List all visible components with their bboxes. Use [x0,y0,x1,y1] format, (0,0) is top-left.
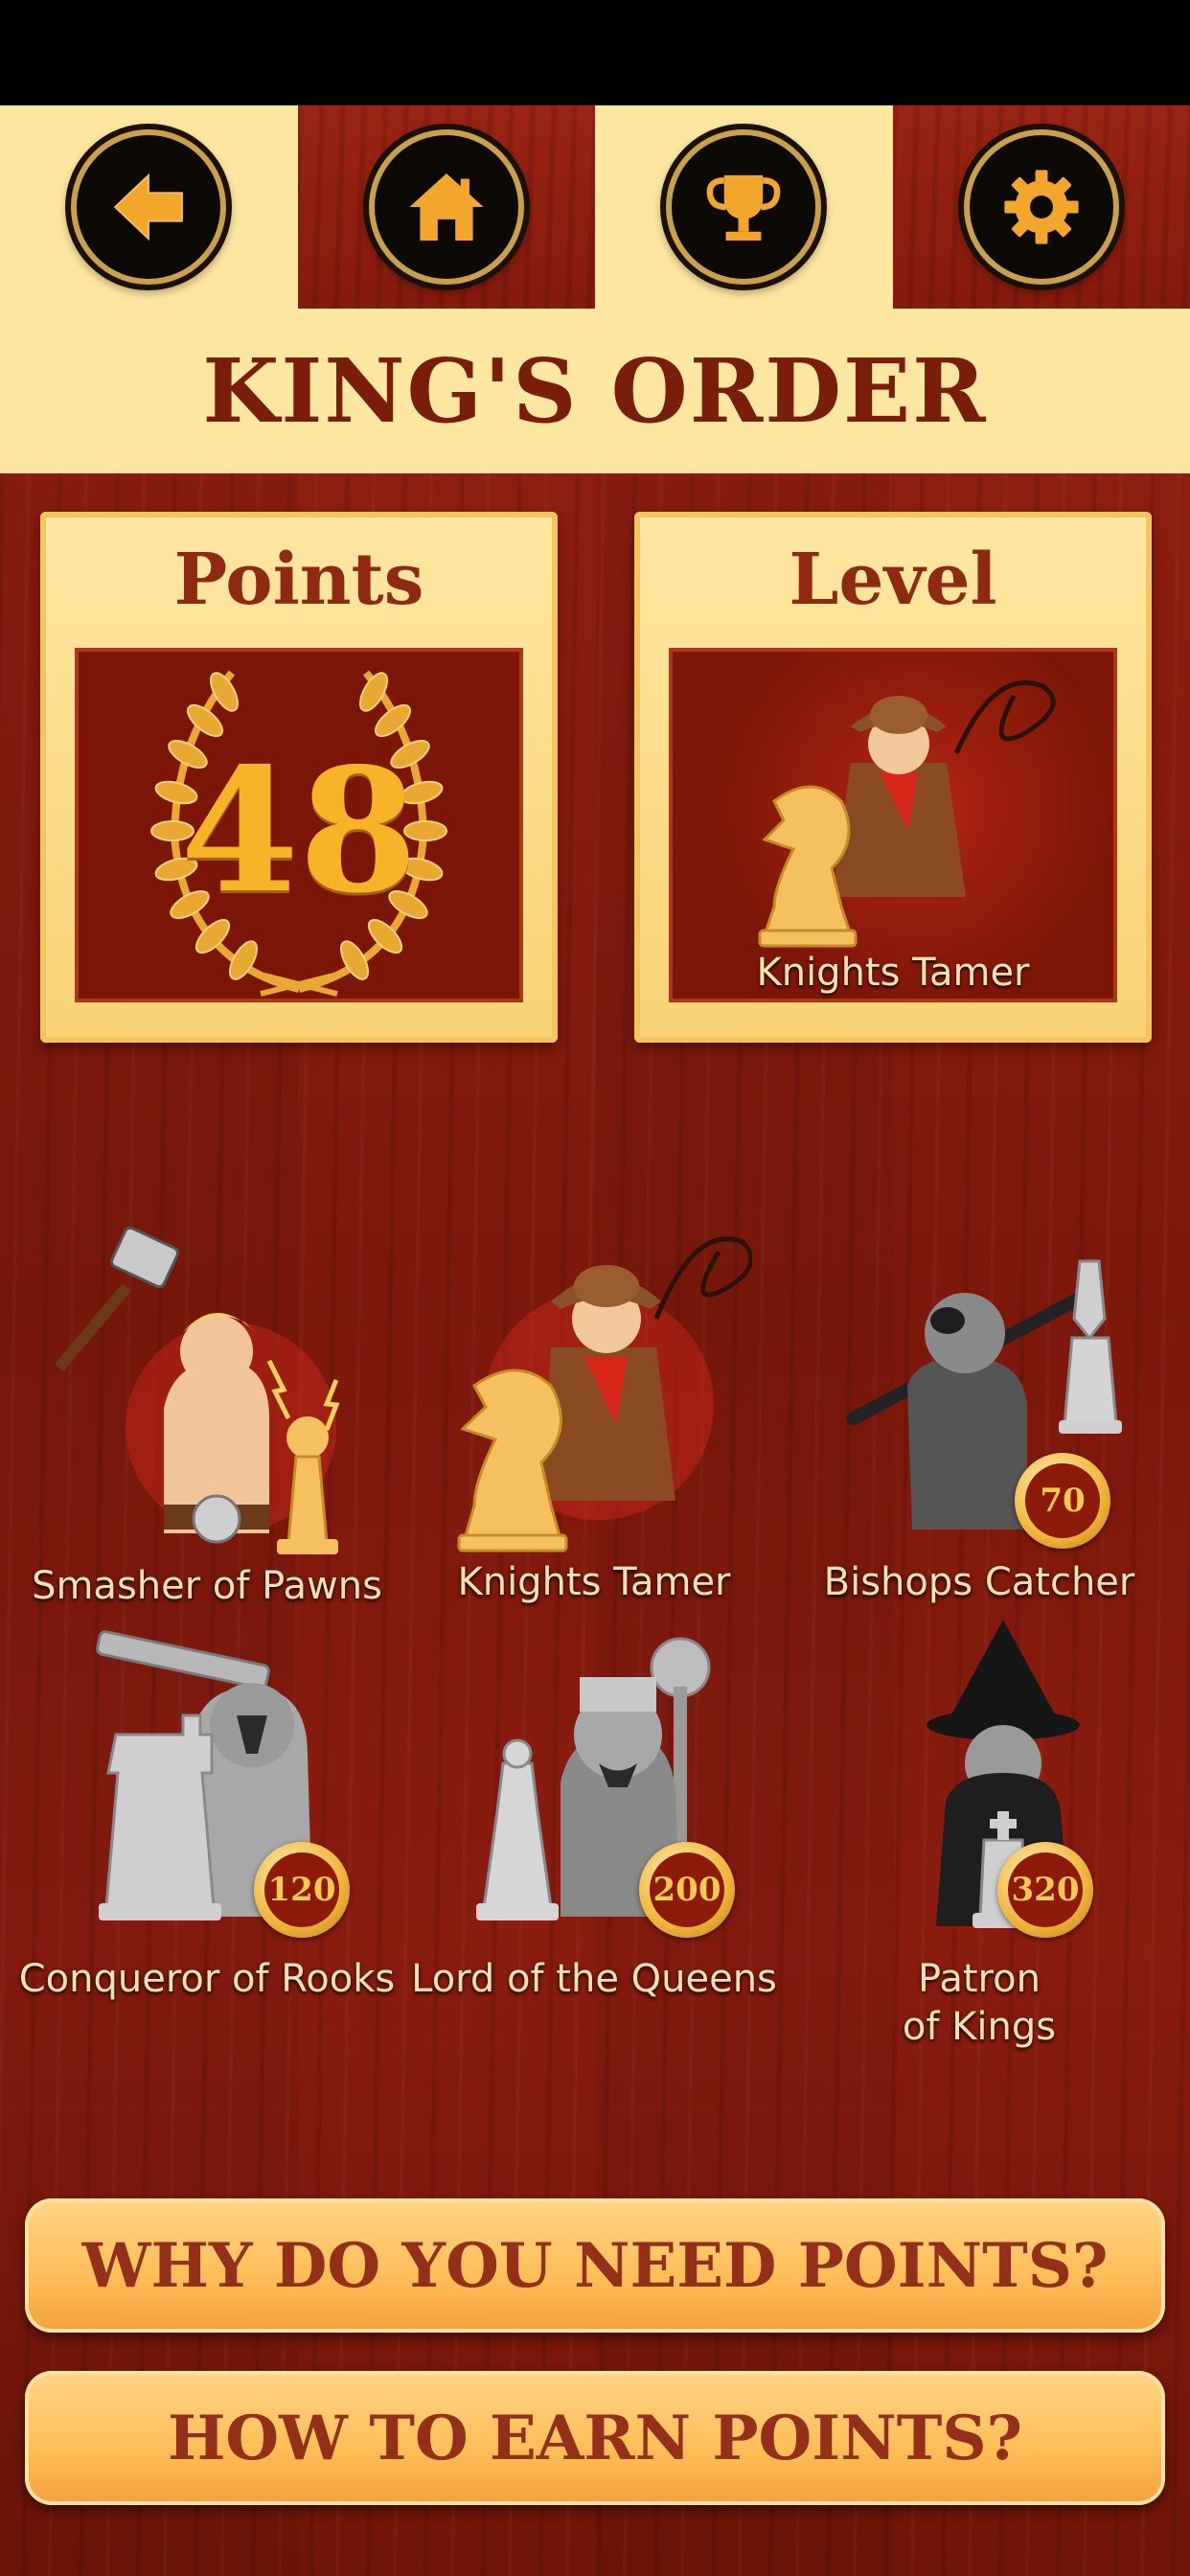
settings-button[interactable] [969,135,1113,279]
trophy-button[interactable] [672,135,816,279]
why-need-points-button[interactable]: WHY DO YOU NEED POINTS? [25,2198,1165,2333]
achievement-label: Lord of the Queens [411,1957,777,2001]
cost-badge: 120 [254,1842,350,1938]
achievement-knights-tamer[interactable]: Knights Tamer [402,1213,786,1606]
cost-badge: 320 [997,1842,1093,1938]
why-need-points-label: WHY DO YOU NEED POINTS? [81,2229,1109,2302]
gear-icon [1004,170,1079,244]
points-panel: Points 48 [40,512,558,1043]
cost-badge: 200 [639,1842,735,1938]
cost-value: 120 [264,1852,339,1927]
achievement-label: Conqueror of Rooks [18,1957,396,2001]
points-title: Points [173,539,424,621]
achievement-art [436,1213,754,1558]
achievement-patron-of-kings[interactable]: 320 Patron of Kings [788,1620,1171,2051]
achievement-label-line2: of Kings [902,2005,1057,2049]
nav-cell-back [0,105,298,309]
kings-order-screen: KING'S ORDER Points 48 Level Knights Tam… [0,0,1190,2576]
achievement-art: 120 [49,1620,365,1955]
achievement-label: Bishops Catcher [823,1560,1135,1604]
smasher-of-pawns-icon [55,1226,340,1554]
how-to-earn-points-label: HOW TO EARN POINTS? [167,2402,1023,2474]
cost-value: 70 [1025,1463,1100,1538]
title-banner: KING'S ORDER [0,309,1190,473]
knights-tamer-icon [457,1236,754,1552]
achievement-label-line1: Patron [918,1957,1041,2001]
how-to-earn-points-button[interactable]: HOW TO EARN POINTS? [25,2371,1165,2505]
trophy-icon [706,174,781,241]
achievement-art: 320 [821,1620,1137,1955]
home-button[interactable] [374,135,518,279]
achievement-art [49,1217,365,1562]
nav-cell-settings [892,105,1190,309]
back-button[interactable] [77,135,221,279]
achievement-conqueror-of-rooks[interactable]: 120 Conqueror of Rooks [15,1620,399,2003]
home-icon [409,173,484,241]
achievement-lord-of-the-queens[interactable]: 200 Lord of the Queens [402,1620,786,2003]
arrow-left-icon [113,172,184,242]
achievement-label: Smasher of Pawns [32,1564,382,1608]
level-display: Knights Tamer [669,648,1117,1002]
achievement-art: 200 [436,1620,752,1955]
knights-tamer-level-icon [758,679,1056,948]
points-display: 48 [75,648,523,1002]
cost-value: 320 [1008,1852,1083,1927]
status-bar [0,0,1190,105]
nav-cell-trophy [595,105,893,309]
level-title: Level [789,539,997,621]
cost-badge: 70 [1015,1453,1110,1549]
points-value: 48 [180,730,418,931]
cost-value: 200 [650,1852,724,1927]
achievement-label: Knights Tamer [457,1560,731,1604]
nav-cell-home [297,105,595,309]
top-nav [0,105,1190,309]
level-panel: Level Knights Tamer [634,512,1152,1043]
achievement-smasher-of-pawns[interactable]: Smasher of Pawns [15,1217,399,1610]
achievement-bishops-catcher[interactable]: 70 Bishops Catcher [788,1213,1171,1606]
achievement-art: 70 [821,1213,1137,1558]
level-name: Knights Tamer [756,951,1030,995]
page-title: KING'S ORDER [202,339,988,443]
